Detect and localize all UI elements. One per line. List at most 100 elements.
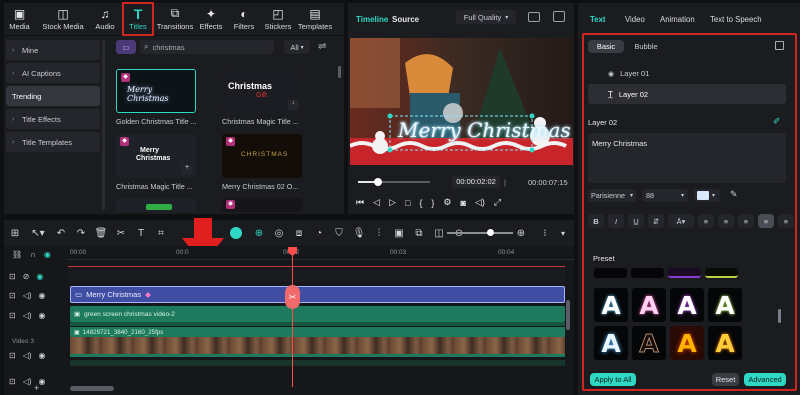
pip-icon[interactable]: ◫	[432, 226, 446, 240]
preset-scrollbar[interactable]	[778, 309, 781, 323]
save-preset-icon[interactable]	[775, 41, 784, 50]
underline-icon[interactable]: U̲	[628, 214, 644, 228]
more-icon[interactable]: ⁝	[538, 226, 552, 240]
select-tool-icon[interactable]: ↖▾	[28, 226, 48, 240]
tab-timeline[interactable]: Timeline	[356, 15, 388, 24]
mark-out-icon[interactable]: }	[431, 198, 434, 208]
tab-stickers[interactable]: ◰ Stickers	[261, 3, 295, 35]
spacing-icon[interactable]: ⇵	[648, 214, 664, 228]
preset-partial[interactable]	[705, 268, 738, 278]
video-overlay-title[interactable]: Merry Christmas	[398, 118, 571, 142]
green-screen-clip[interactable]: ▣ green screen christmas video-2	[70, 306, 565, 322]
preset-partial[interactable]	[668, 268, 701, 278]
video-clip-filmstrip[interactable]	[70, 337, 565, 357]
snapshot-grid-icon[interactable]	[528, 12, 540, 22]
split-icon[interactable]: ⊕	[252, 226, 266, 240]
tab-filters[interactable]: ◐ Filters	[227, 3, 261, 35]
lock-icon[interactable]: ⊡	[9, 351, 16, 360]
preset-a-purple-glow[interactable]: A	[670, 288, 704, 322]
add-icon[interactable]: +	[182, 164, 192, 174]
grid-layout-icon[interactable]: ⊞	[8, 226, 22, 240]
tab-source[interactable]: Source	[392, 15, 419, 24]
magnet-icon[interactable]: ∩	[30, 250, 36, 259]
split-scissors-icon[interactable]: ✂	[285, 285, 300, 309]
title-thumbnail-christmas-gift[interactable]: Christmas Gift ↓	[222, 70, 302, 114]
align-center-icon[interactable]: ≡	[758, 214, 774, 228]
tab-titles[interactable]: T Titles	[122, 2, 154, 36]
preset-partial[interactable]	[631, 268, 664, 278]
text-color-picker[interactable]: ▾	[694, 189, 720, 202]
zoom-slider-track[interactable]	[447, 232, 513, 234]
text-content-field[interactable]: Merry Christmas	[588, 133, 786, 183]
copy-icon[interactable]: ⧉	[412, 226, 426, 240]
step-back-icon[interactable]: ◁	[373, 197, 380, 208]
tab-text[interactable]: Text	[590, 15, 605, 24]
stop-icon[interactable]: □	[405, 198, 410, 208]
prev-frame-icon[interactable]: ⏮	[356, 197, 364, 208]
preset-a-outline[interactable]: A	[632, 326, 666, 360]
download-icon[interactable]: ↓	[288, 100, 298, 110]
crop-tool-icon[interactable]: ⧈	[292, 226, 306, 240]
color-icon[interactable]: ◎	[272, 226, 286, 240]
favorites-filter-icon[interactable]: ▭	[116, 40, 136, 54]
volume-icon[interactable]: ◁)	[23, 311, 32, 320]
sidebar-item-title-templates[interactable]: › Title Templates	[6, 132, 100, 152]
speed-icon[interactable]: ◔	[312, 226, 326, 240]
add-track-icon[interactable]: +	[34, 383, 39, 393]
mark-in-icon[interactable]: {	[419, 198, 422, 208]
tab-text-to-speech[interactable]: Text to Speech	[710, 15, 762, 24]
volume-icon[interactable]: ◁)	[23, 291, 32, 300]
search-input[interactable]: ⌕ christmas	[140, 40, 274, 54]
tab-transitions[interactable]: ⧉ Transitions	[155, 3, 195, 35]
play-icon[interactable]: ▷	[389, 197, 396, 208]
tab-stock-media[interactable]: ◫ Stock Media	[35, 3, 91, 35]
layer-item-01[interactable]: ◉ Layer 01	[608, 69, 649, 78]
fullscreen-icon[interactable]: ⤢	[494, 197, 501, 208]
preset-partial[interactable]	[594, 268, 627, 278]
eye-icon[interactable]: ◉	[39, 377, 46, 386]
align-justify-icon[interactable]: ≡	[738, 214, 754, 228]
undo-icon[interactable]: ↶	[54, 226, 68, 240]
text-tool-icon[interactable]: T	[134, 226, 148, 240]
tab-media[interactable]: ▣ Media	[4, 3, 35, 35]
zoom-slider-handle[interactable]	[487, 229, 494, 236]
advanced-button[interactable]: Advanced	[744, 373, 786, 386]
empty-track[interactable]	[68, 266, 565, 282]
ai-text-icon[interactable]: ✐	[773, 116, 781, 127]
layer-item-02[interactable]: T̲ Layer 02	[588, 84, 786, 104]
chain-icon[interactable]: ⊘	[23, 272, 30, 281]
title-thumbnail-partial[interactable]	[116, 198, 196, 212]
crop-icon[interactable]: ⌗	[154, 226, 168, 240]
preset-a-green-glow[interactable]: A	[708, 288, 742, 322]
ai-assist-icon[interactable]	[230, 227, 242, 239]
lock-icon[interactable]: ⊡	[9, 272, 16, 281]
zoom-in-icon[interactable]: ⊕	[514, 226, 528, 240]
timeline-vertical-scrollbar[interactable]	[566, 300, 570, 330]
title-clip[interactable]: ▭ Merry Christmas ◆	[70, 286, 565, 303]
align-left-icon[interactable]: ≡	[698, 214, 714, 228]
filter-dropdown[interactable]: All ▾	[284, 40, 310, 54]
align-stretch-icon[interactable]: ≡	[778, 214, 794, 228]
picture-in-picture-icon[interactable]: ▣	[392, 226, 406, 240]
timeline-horizontal-scrollbar[interactable]	[70, 386, 114, 391]
apply-to-all-button[interactable]: Apply to All	[590, 373, 636, 386]
reset-button[interactable]: Reset	[712, 373, 739, 386]
volume-icon[interactable]: ◁)	[475, 197, 485, 208]
eye-icon[interactable]: ◉	[39, 291, 46, 300]
title-thumbnail-partial-2[interactable]: ◆	[222, 198, 302, 212]
sidebar-item-trending[interactable]: Trending	[6, 86, 100, 106]
lock-icon[interactable]: ⊡	[9, 377, 16, 386]
bold-icon[interactable]: B	[588, 214, 604, 228]
sliders-filter-icon[interactable]: ⇌	[318, 41, 330, 53]
eye-icon[interactable]: ◉	[44, 250, 51, 259]
preset-a-fire[interactable]: A	[670, 326, 704, 360]
sidebar-item-ai-captions[interactable]: › AI Captions	[6, 63, 100, 83]
italic-icon[interactable]: I	[608, 214, 624, 228]
tab-audio[interactable]: ♫ Audio	[91, 3, 119, 35]
tab-video[interactable]: Video	[625, 15, 645, 24]
quality-dropdown[interactable]: Full Quality ▾	[456, 10, 516, 24]
title-thumbnail-merry-christmas[interactable]: ◆ Merry Christmas +	[116, 134, 196, 178]
eye-icon[interactable]: ◉	[39, 351, 46, 360]
mic-icon[interactable]: 🎙	[352, 226, 366, 240]
tab-templates[interactable]: ▤ Templates	[295, 3, 335, 35]
